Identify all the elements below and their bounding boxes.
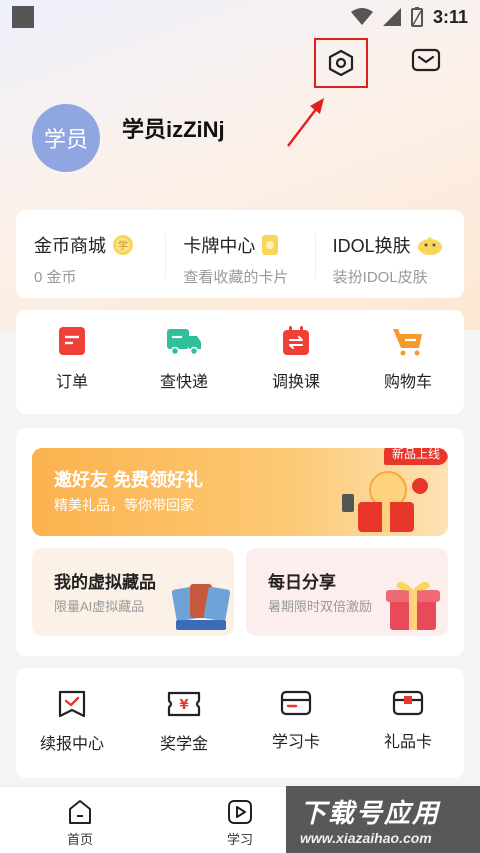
annotation-arrow-icon bbox=[287, 98, 324, 147]
banner-title: 邀好友 免费领好礼 bbox=[54, 470, 204, 490]
service-study-card[interactable]: 学习卡 bbox=[240, 668, 352, 778]
action-track-delivery[interactable]: 查快递 bbox=[128, 310, 240, 414]
gift-card-icon bbox=[392, 690, 424, 716]
wallet-item-coin-mall[interactable]: 金币商城 学 0 金币 bbox=[16, 210, 165, 298]
quick-actions-card: 订单 查快递 调换课 购物车 bbox=[16, 310, 464, 414]
wallet-title: 金币商城 bbox=[34, 236, 106, 256]
order-icon bbox=[59, 327, 85, 355]
service-scholarship[interactable]: ¥ 奖学金 bbox=[128, 668, 240, 778]
watermark-url: www.xiazaihao.com bbox=[300, 830, 432, 846]
clock: 3:11 bbox=[432, 6, 468, 27]
wallet-subtitle: 0 金币 bbox=[34, 269, 77, 286]
tile-title: 每日分享 bbox=[268, 573, 336, 592]
watermark: 下载号应用 www.xiazaihao.com bbox=[286, 786, 480, 853]
wallet-title: IDOL换肤 bbox=[332, 236, 411, 256]
wallet-item-idol-skin[interactable]: IDOL换肤 装扮IDOL皮肤 bbox=[314, 210, 464, 298]
action-label: 查快递 bbox=[159, 374, 208, 391]
card-icon bbox=[262, 235, 279, 255]
wifi-icon bbox=[350, 8, 373, 25]
new-tag-badge: 新品上线 bbox=[383, 448, 448, 465]
notification-icon bbox=[12, 6, 34, 28]
services-card: 续报中心 ¥ 奖学金 学习卡 礼品卡 bbox=[16, 668, 464, 778]
username[interactable]: 学员izZiNj bbox=[122, 112, 225, 144]
invite-friends-banner[interactable]: 邀好友 免费领好礼 精美礼品，等你带回家 新品上线 bbox=[32, 448, 448, 536]
avatar[interactable]: 学员 bbox=[32, 104, 100, 172]
wallet-subtitle: 装扮IDOL皮肤 bbox=[332, 269, 428, 286]
daily-share-tile[interactable]: 每日分享 暑期限时双倍激励 bbox=[246, 548, 448, 636]
message-button[interactable] bbox=[408, 44, 444, 76]
service-label: 奖学金 bbox=[159, 736, 208, 753]
scholarship-icon: ¥ bbox=[167, 691, 201, 717]
cart-icon bbox=[393, 329, 422, 356]
battery-icon bbox=[410, 7, 423, 27]
play-icon bbox=[228, 800, 252, 824]
wallet-subtitle: 查看收藏的卡片 bbox=[183, 269, 289, 286]
truck-icon bbox=[167, 329, 201, 356]
signal-icon bbox=[382, 8, 401, 26]
renew-icon bbox=[58, 690, 86, 718]
promo-card: 邀好友 免费领好礼 精美礼品，等你带回家 新品上线 我的虚拟藏品 限量AI虚拟藏… bbox=[16, 428, 464, 656]
svg-text:¥: ¥ bbox=[179, 698, 188, 713]
tile-title: 我的虚拟藏品 bbox=[54, 573, 156, 592]
action-label: 订单 bbox=[55, 374, 88, 391]
action-reschedule[interactable]: 调换课 bbox=[240, 310, 352, 414]
status-bar: 3:11 bbox=[0, 0, 480, 34]
service-label: 续报中心 bbox=[39, 736, 104, 753]
action-cart[interactable]: 购物车 bbox=[352, 310, 464, 414]
tile-subtitle: 限量AI虚拟藏品 bbox=[54, 599, 145, 614]
service-gift-card[interactable]: 礼品卡 bbox=[352, 668, 464, 778]
settings-button[interactable] bbox=[314, 38, 368, 88]
virtual-collection-tile[interactable]: 我的虚拟藏品 限量AI虚拟藏品 bbox=[32, 548, 234, 636]
gift-box-icon bbox=[386, 581, 440, 630]
gift-illustration-icon bbox=[342, 471, 428, 532]
service-label: 礼品卡 bbox=[383, 734, 432, 751]
mail-icon bbox=[411, 48, 441, 72]
action-label: 调换课 bbox=[271, 374, 320, 391]
wallet-item-card-center[interactable]: 卡牌中心 查看收藏的卡片 bbox=[165, 210, 314, 298]
banner-subtitle: 精美礼品，等你带回家 bbox=[54, 497, 194, 513]
settings-icon bbox=[328, 49, 354, 77]
home-icon bbox=[69, 800, 91, 824]
study-card-icon bbox=[280, 690, 312, 716]
action-order[interactable]: 订单 bbox=[16, 310, 128, 414]
nav-label: 首页 bbox=[66, 832, 93, 847]
action-label: 购物车 bbox=[383, 374, 432, 391]
service-label: 学习卡 bbox=[271, 734, 320, 751]
watermark-title: 下载号应用 bbox=[300, 798, 441, 828]
wallet-title: 卡牌中心 bbox=[183, 236, 256, 256]
calendar-swap-icon bbox=[283, 326, 309, 355]
wallet-card: 金币商城 学 0 金币 卡牌中心 查看收藏的卡片 IDOL换肤 装扮IDOL皮肤 bbox=[16, 210, 464, 298]
collection-cards-icon bbox=[172, 584, 230, 630]
coin-icon: 学 bbox=[113, 235, 133, 255]
nav-label: 学习 bbox=[226, 832, 253, 847]
svg-text:学: 学 bbox=[118, 239, 128, 252]
chick-icon bbox=[417, 237, 442, 255]
service-renew-center[interactable]: 续报中心 bbox=[16, 668, 128, 778]
tile-subtitle: 暑期限时双倍激励 bbox=[268, 599, 373, 614]
nav-home[interactable]: 首页 bbox=[0, 787, 160, 853]
